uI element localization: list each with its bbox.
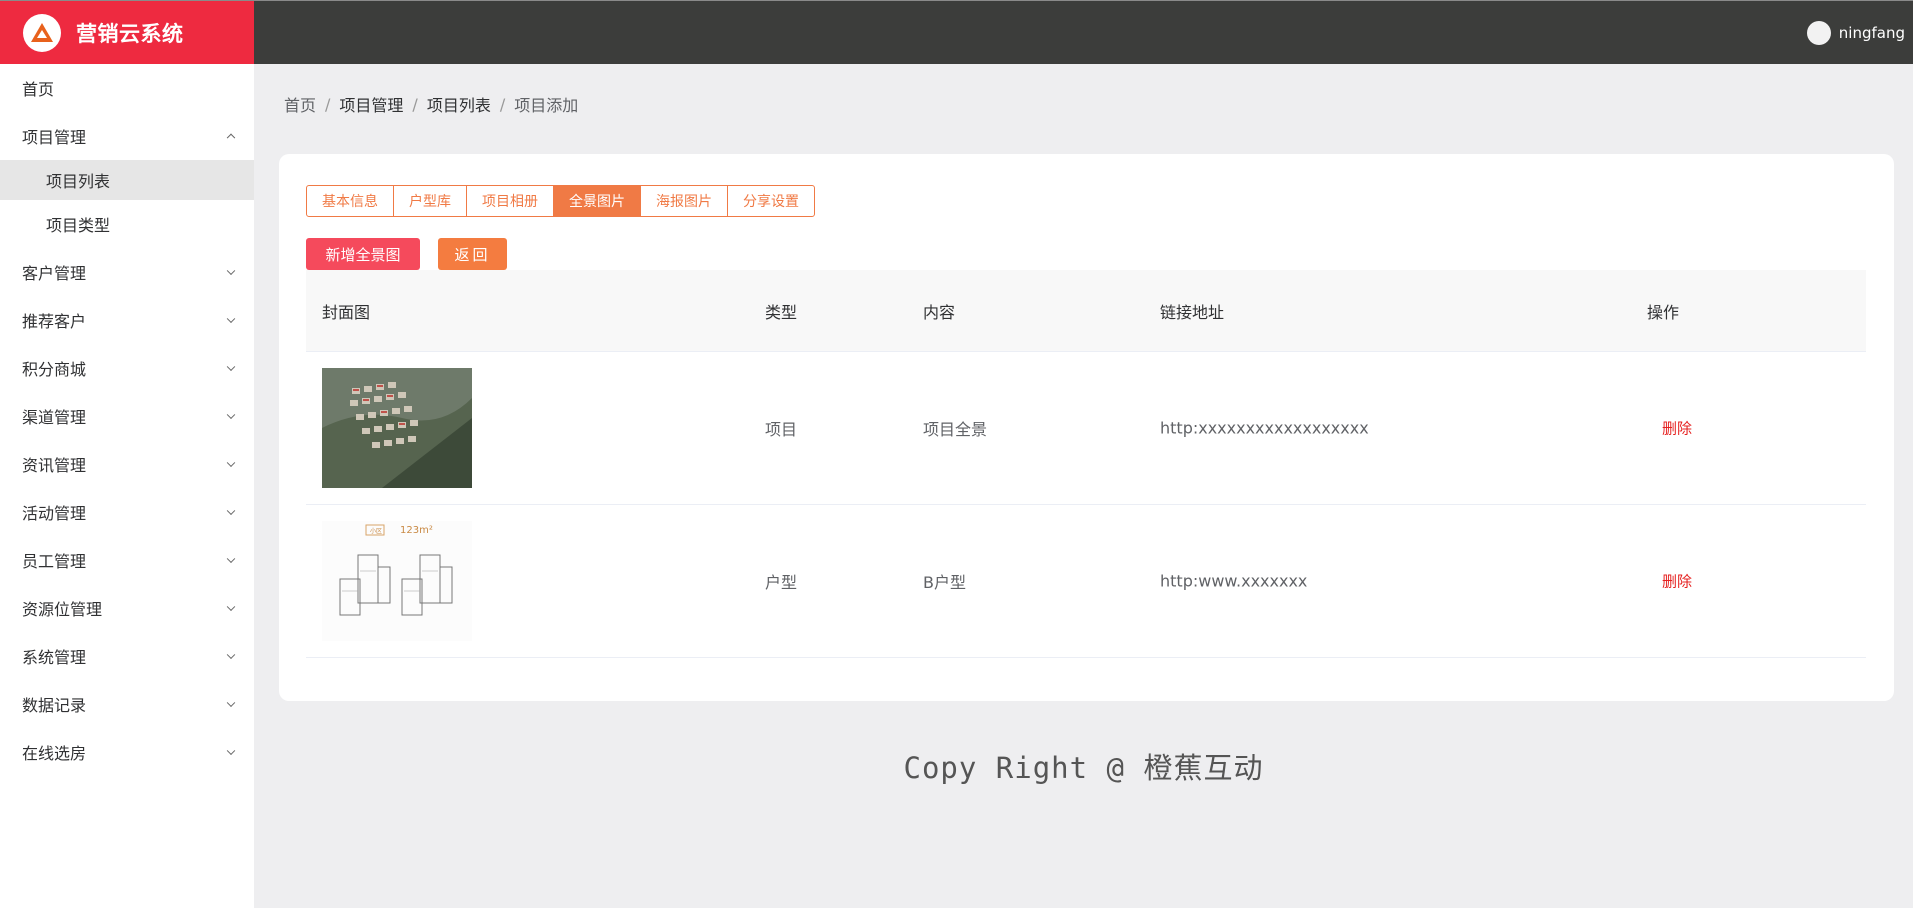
row-link: http:xxxxxxxxxxxxxxxxxx [1160, 418, 1369, 438]
chevron-down-icon [226, 410, 236, 420]
header-content: 内容 [923, 302, 956, 322]
sidebar-item-project[interactable]: 项目管理 [0, 112, 254, 160]
chevron-down-icon [226, 698, 236, 708]
row-link: http:www.xxxxxxx [1160, 571, 1308, 591]
user-menu[interactable]: ningfang [1806, 21, 1905, 45]
brand[interactable]: 营销云系统 [0, 1, 254, 65]
chevron-down-icon [226, 314, 236, 324]
svg-text:小区: 小区 [370, 527, 382, 535]
table-header: 封面图 类型 内容 链接地址 操作 [306, 270, 1866, 352]
tab-album[interactable]: 项目相册 [466, 185, 554, 217]
sidebar-item-points-mall[interactable]: 积分商城 [0, 344, 254, 392]
triangle-logo-icon [23, 14, 61, 52]
tab-unit-library[interactable]: 户型库 [393, 185, 467, 217]
sidebar-item-home[interactable]: 首页 [0, 64, 254, 112]
chevron-down-icon [226, 506, 236, 516]
breadcrumb-project-add: 项目添加 [514, 96, 579, 115]
avatar [1806, 21, 1831, 45]
tab-group: 基本信息 户型库 项目相册 全景图片 海报图片 分享设置 [306, 185, 815, 217]
delete-button[interactable]: 删除 [1662, 418, 1692, 439]
table-row: 项目 项目全景 http:xxxxxxxxxxxxxxxxxx 删除 [306, 352, 1866, 505]
table-row: 小区 123m² 户型 B户型 http:www.xxxxxxx 删除 [306, 505, 1866, 658]
sidebar-item-data-log[interactable]: 数据记录 [0, 680, 254, 728]
sidebar-item-customer[interactable]: 客户管理 [0, 248, 254, 296]
chevron-up-icon [226, 133, 236, 143]
cover-image-aerial [322, 368, 472, 488]
header-link: 链接地址 [1160, 302, 1225, 322]
delete-button[interactable]: 删除 [1662, 571, 1692, 592]
header-cover: 封面图 [322, 302, 371, 322]
breadcrumb-project-list[interactable]: 项目列表 [427, 92, 491, 116]
content-card: 基本信息 户型库 项目相册 全景图片 海报图片 分享设置 新增全景图 返回 封面… [279, 154, 1894, 701]
sidebar-item-channel[interactable]: 渠道管理 [0, 392, 254, 440]
header-type: 类型 [765, 302, 798, 322]
tab-poster[interactable]: 海报图片 [640, 185, 728, 217]
breadcrumb-project[interactable]: 项目管理 [339, 92, 403, 116]
chevron-down-icon [226, 362, 236, 372]
footer-copyright: Copy Right @ 橙蕉互动 [903, 751, 1264, 785]
app-title: 营销云系统 [76, 22, 184, 46]
row-type: 户型 [765, 573, 798, 592]
user-name: ningfang [1838, 24, 1905, 42]
cover-image-floorplan: 小区 123m² [322, 521, 472, 641]
chevron-down-icon [226, 554, 236, 564]
sidebar-item-news[interactable]: 资讯管理 [0, 440, 254, 488]
breadcrumb-home[interactable]: 首页 [284, 92, 316, 116]
sidebar-subitem-project-type[interactable]: 项目类型 [0, 200, 254, 248]
top-bar: 营销云系统 ningfang [0, 0, 1913, 65]
chevron-down-icon [226, 266, 236, 276]
back-button[interactable]: 返回 [438, 238, 507, 270]
sidebar-item-activity[interactable]: 活动管理 [0, 488, 254, 536]
chevron-down-icon [226, 458, 236, 468]
svg-text:123m²: 123m² [400, 525, 433, 536]
header-action: 操作 [1647, 302, 1680, 322]
row-content: B户型 [923, 573, 966, 592]
chevron-down-icon [226, 650, 236, 660]
sidebar-item-resource[interactable]: 资源位管理 [0, 584, 254, 632]
sidebar-item-referral[interactable]: 推荐客户 [0, 296, 254, 344]
panorama-table: 封面图 类型 内容 链接地址 操作 项目 项目全景 http:xxxxxxxxx… [306, 270, 1866, 658]
sidebar-subitem-project-list[interactable]: 项目列表 [0, 160, 254, 200]
sidebar-item-system[interactable]: 系统管理 [0, 632, 254, 680]
sidebar-item-staff[interactable]: 员工管理 [0, 536, 254, 584]
row-content: 项目全景 [923, 420, 988, 439]
add-panorama-button[interactable]: 新增全景图 [306, 238, 420, 270]
tab-panorama[interactable]: 全景图片 [553, 185, 641, 217]
tab-share-settings[interactable]: 分享设置 [727, 185, 815, 217]
chevron-down-icon [226, 602, 236, 612]
row-type: 项目 [765, 420, 798, 439]
tab-basic-info[interactable]: 基本信息 [306, 185, 394, 217]
breadcrumb: 首页 / 项目管理 / 项目列表 / 项目添加 [284, 92, 578, 116]
